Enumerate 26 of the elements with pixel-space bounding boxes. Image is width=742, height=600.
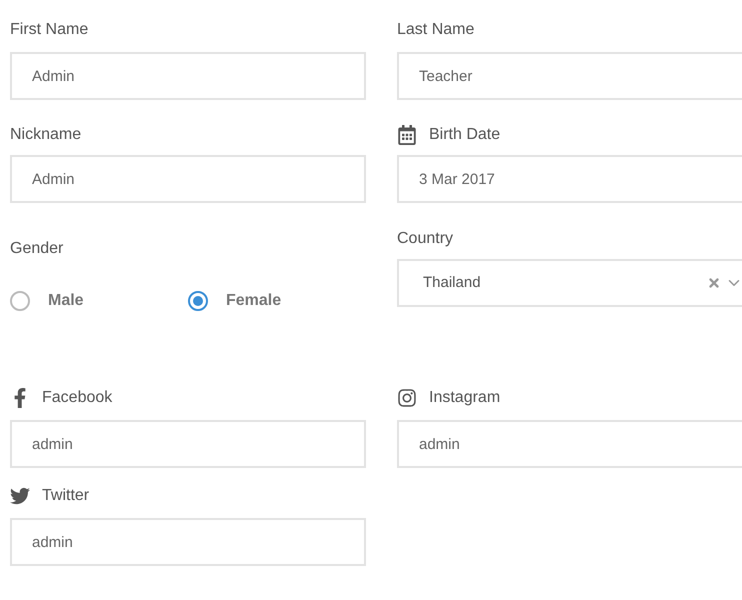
radio-label: Female xyxy=(226,291,282,311)
field-label: Facebook xyxy=(42,388,112,408)
text-field[interactable]: Admin xyxy=(10,52,366,100)
field-label: Gender xyxy=(10,239,64,259)
field-label: Nickname xyxy=(10,125,82,145)
text-field[interactable]: Admin xyxy=(10,155,366,203)
text-field[interactable]: 3 Mar 2017 xyxy=(397,155,742,203)
text-field[interactable]: admin xyxy=(10,420,366,468)
field-label: First Name xyxy=(10,20,88,40)
field-label: Instagram xyxy=(429,388,500,408)
text-field[interactable]: admin xyxy=(10,518,366,566)
bird-icon xyxy=(10,486,30,506)
field-label: Twitter xyxy=(42,486,90,506)
camera-icon xyxy=(397,388,417,408)
field-label: Last Name xyxy=(397,20,474,40)
radio-label: Male xyxy=(48,291,84,311)
radio-button[interactable] xyxy=(188,291,208,311)
clear-icon[interactable] xyxy=(707,276,721,290)
radio-button[interactable] xyxy=(10,291,30,311)
field-label: Country xyxy=(397,229,454,249)
calendar-icon xyxy=(397,125,417,145)
field-label: Birth Date xyxy=(429,125,500,145)
select-value: Thailand xyxy=(423,272,482,293)
country-select[interactable]: Thailand xyxy=(397,259,742,307)
text-field[interactable]: Teacher xyxy=(397,52,742,100)
text-field[interactable]: admin xyxy=(397,420,742,468)
